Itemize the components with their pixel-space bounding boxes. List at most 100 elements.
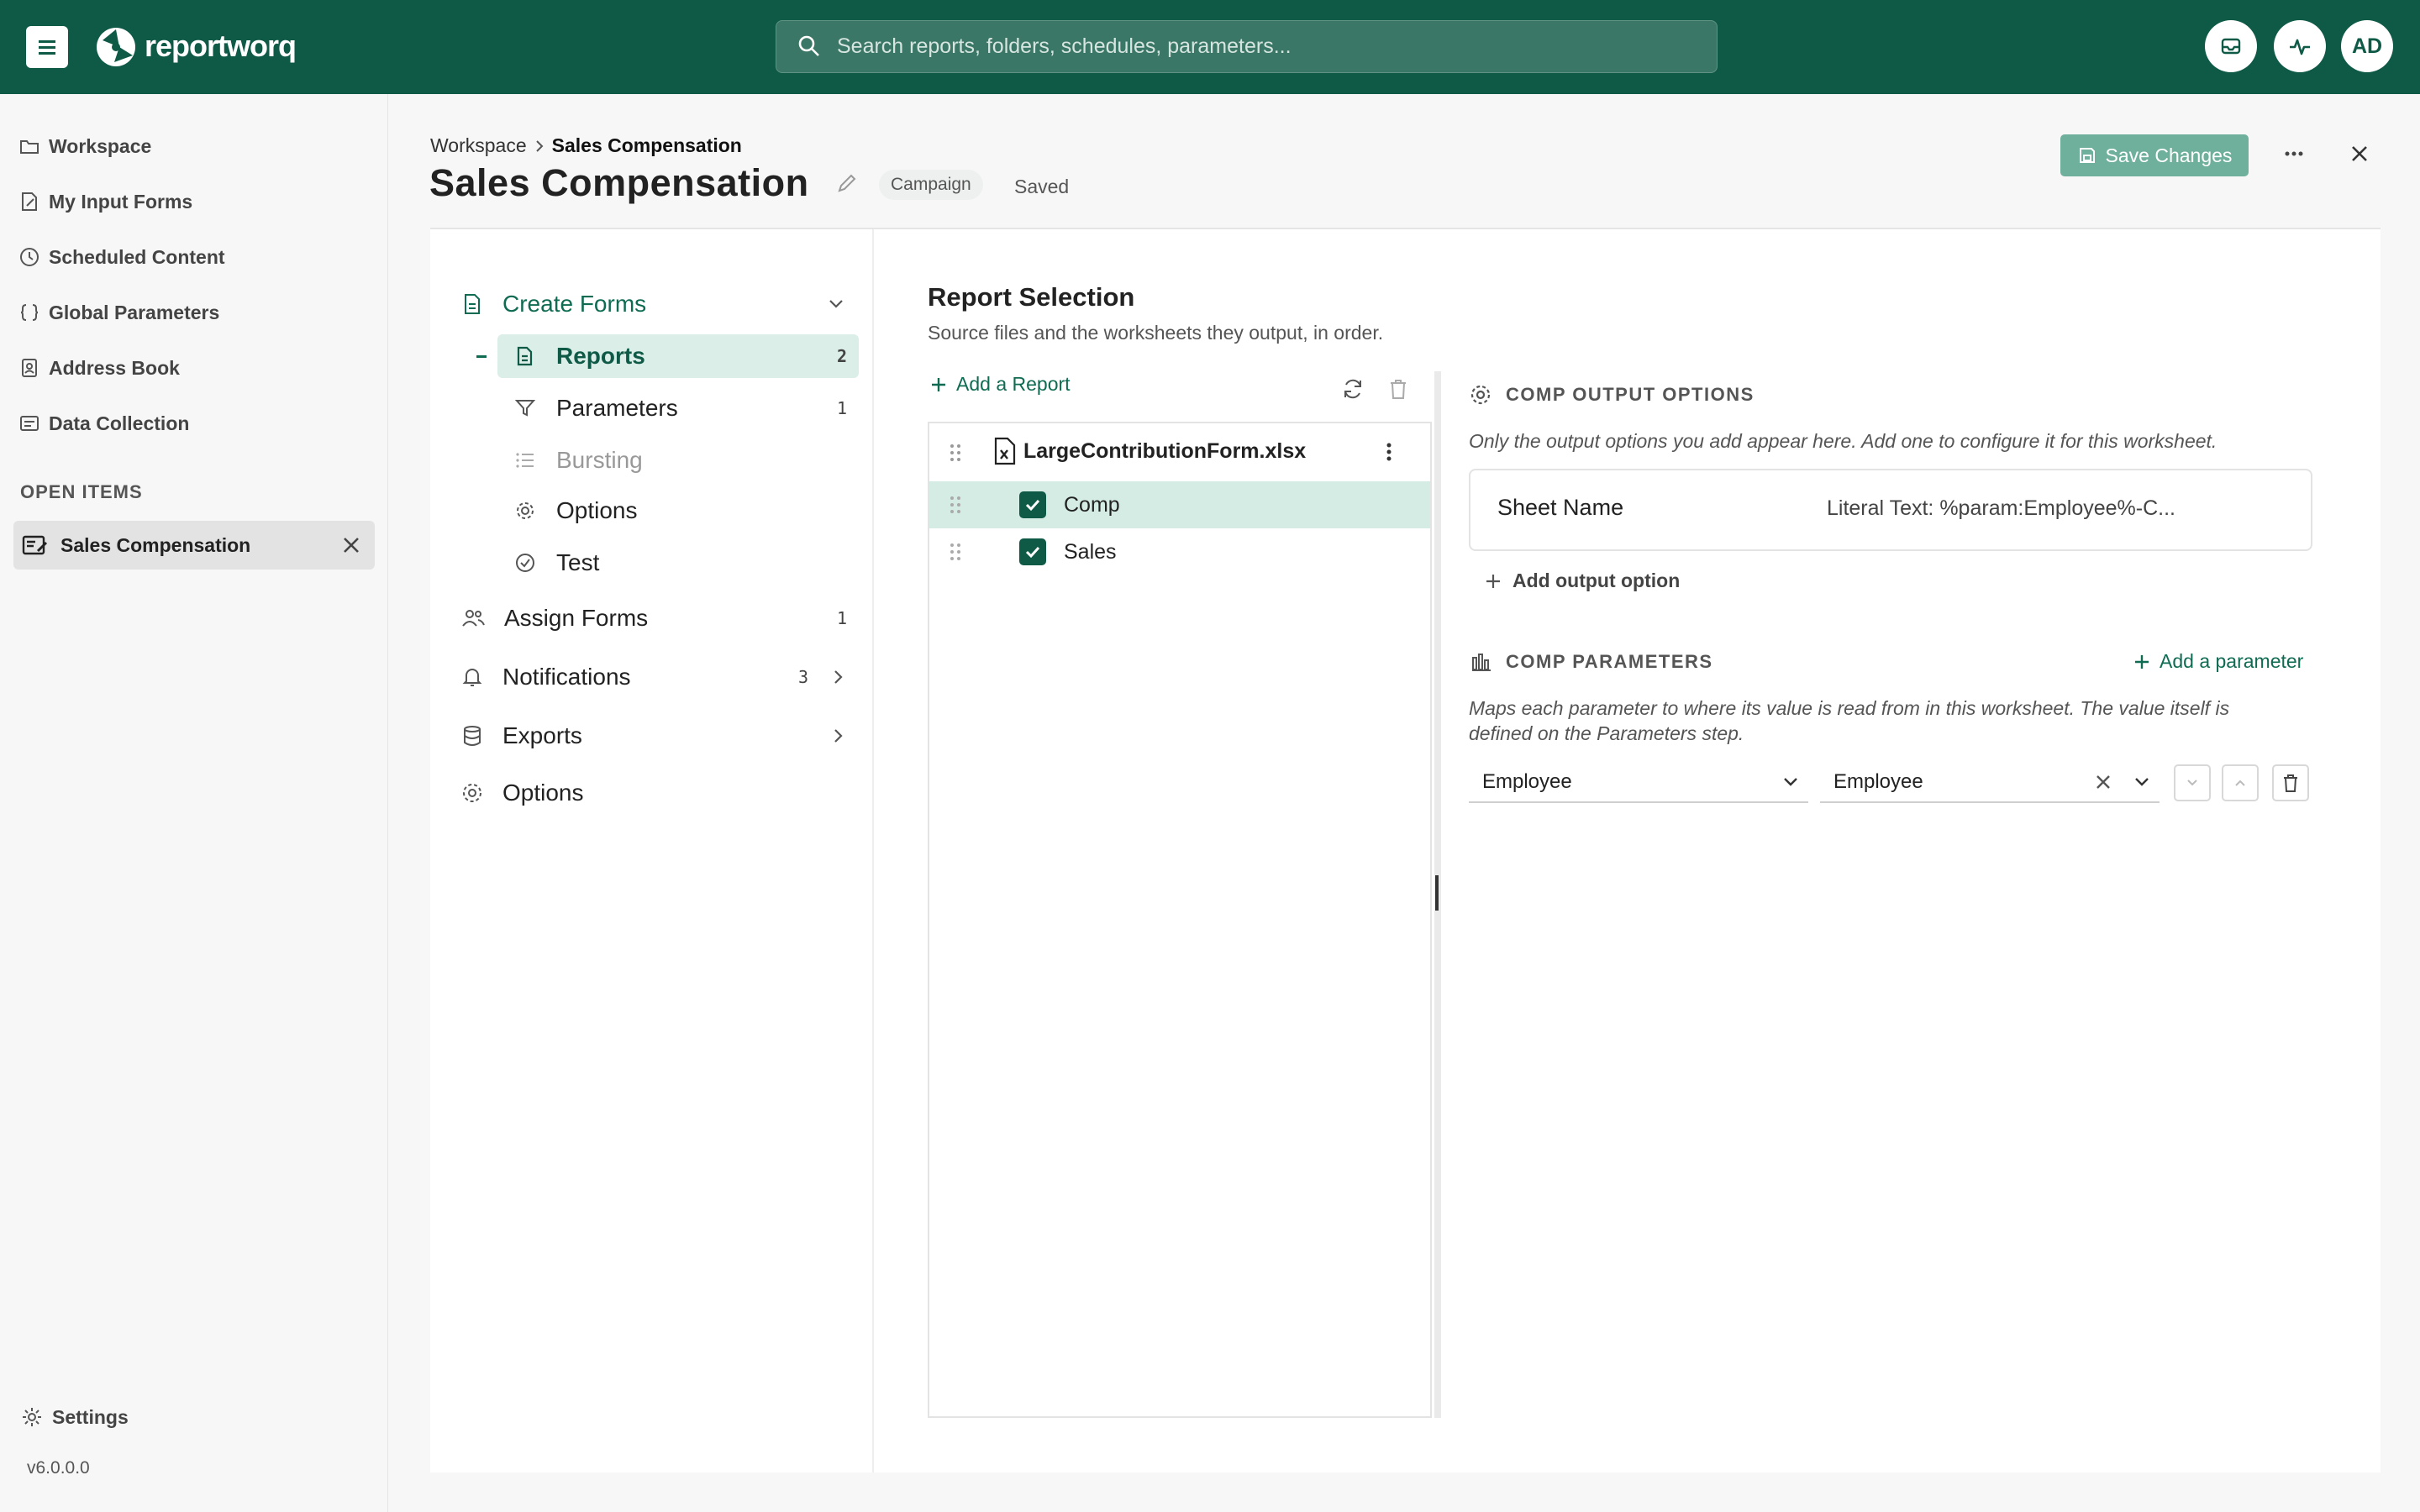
sheet-label[interactable]: Comp	[1064, 491, 1120, 518]
trash-icon	[2284, 774, 2297, 792]
avatar[interactable]: AD	[2341, 20, 2393, 72]
drag-handle-icon[interactable]	[946, 492, 966, 517]
search-placeholder: Search reports, folders, schedules, para…	[837, 34, 1292, 58]
step-bursting[interactable]: Bursting	[514, 440, 847, 480]
add-report-button[interactable]: Add a Report	[928, 373, 1071, 396]
check-circle-icon	[516, 554, 534, 572]
edit-doc-icon	[22, 192, 37, 211]
step-parameters[interactable]: Parameters 1	[514, 388, 847, 428]
move-up-button[interactable]	[2222, 764, 2259, 801]
splitter-grip[interactable]	[1435, 875, 1439, 911]
breadcrumb-workspace[interactable]: Workspace	[430, 134, 527, 157]
output-option-name: Sheet Name	[1497, 495, 1624, 520]
open-items-label: OPEN ITEMS	[20, 481, 143, 502]
sidebar-item-label: Scheduled Content	[49, 245, 225, 268]
source-select[interactable]: Employee	[1820, 763, 2160, 803]
database-icon	[464, 726, 481, 746]
parameter-select[interactable]: Employee	[1469, 763, 1808, 803]
contact-book-icon	[22, 359, 37, 377]
step-label: Reports	[556, 343, 645, 369]
report-file-name[interactable]: LargeContributionForm.xlsx	[1023, 437, 1306, 465]
step-label: Options	[502, 780, 584, 806]
delete-parameter-button[interactable]	[2272, 764, 2309, 801]
step-assign-forms[interactable]: Assign Forms 1	[460, 598, 847, 638]
bell-icon	[462, 669, 482, 686]
chevron-up-icon	[2235, 780, 2245, 786]
comp-parameters-hint-line1: Maps each parameter to where its value i…	[1469, 697, 2230, 719]
clock-icon	[20, 248, 39, 266]
file-menu-button[interactable]	[1378, 438, 1400, 465]
sidebar-item-data-collection[interactable]: Data Collection	[18, 407, 189, 440]
step-notifications[interactable]: Notifications 3	[460, 657, 847, 697]
save-button[interactable]: Save Changes	[2060, 134, 2249, 176]
pencil-icon[interactable]	[835, 171, 859, 195]
clear-icon[interactable]	[2092, 771, 2114, 793]
campaign-badge: Campaign	[879, 170, 983, 200]
sheet-checkbox[interactable]	[1019, 538, 1046, 565]
delete-report-button[interactable]	[1386, 376, 1410, 402]
logo-icon	[94, 25, 141, 69]
report-tree	[928, 422, 1432, 1418]
plus-icon	[932, 377, 945, 391]
step-exports[interactable]: Exports	[460, 716, 847, 756]
add-output-option-label: Add output option	[1512, 570, 1681, 591]
activity-icon	[2290, 39, 2310, 55]
close-icon	[2352, 146, 2367, 161]
folder-icon	[20, 140, 39, 154]
step-options[interactable]: Options	[460, 773, 847, 813]
drag-handle-icon[interactable]	[946, 539, 966, 564]
trash-icon	[1391, 380, 1406, 399]
settings-link[interactable]: Settings	[20, 1405, 129, 1429]
save-label: Save Changes	[2105, 144, 2233, 166]
logo-text: reportworq	[145, 29, 297, 63]
more-options-button[interactable]	[2281, 141, 2307, 166]
sheet-label[interactable]: Sales	[1064, 538, 1117, 565]
step-count: 1	[836, 608, 847, 628]
bar-chart-icon	[1472, 654, 1491, 671]
chevron-down-icon	[829, 300, 843, 308]
step-label: Options	[556, 497, 638, 523]
sidebar-item-label: Global Parameters	[49, 301, 220, 323]
list-icon	[516, 453, 534, 468]
step-count: 2	[836, 346, 847, 366]
inbox-button[interactable]	[2205, 20, 2257, 72]
more-icon	[2285, 151, 2303, 156]
step-options-sub[interactable]: Options	[514, 491, 847, 531]
add-report-label: Add a Report	[956, 373, 1071, 395]
version-label: v6.0.0.0	[27, 1458, 90, 1478]
checkmark-icon	[1025, 499, 1040, 512]
gear-icon	[463, 784, 481, 802]
close-icon[interactable]	[340, 534, 362, 556]
step-create-forms[interactable]: Create Forms	[460, 284, 847, 324]
drag-handle-icon[interactable]	[946, 440, 966, 465]
gear-icon	[1470, 385, 1491, 405]
open-item-label: Sales Compensation	[60, 534, 251, 556]
sidebar-item-workspace[interactable]: Workspace	[18, 129, 151, 163]
move-down-button[interactable]	[2174, 764, 2211, 801]
sidebar-item-my-input-forms[interactable]: My Input Forms	[18, 185, 192, 218]
refresh-icon	[1344, 379, 1361, 399]
step-test[interactable]: Test	[514, 543, 847, 583]
menu-button[interactable]	[26, 26, 68, 68]
add-parameter-button[interactable]: Add a parameter	[2131, 650, 2303, 673]
sheet-checkbox[interactable]	[1019, 491, 1046, 518]
parameter-select-value: Employee	[1482, 770, 1572, 793]
active-step-marker	[476, 355, 487, 358]
add-output-option-button[interactable]: Add output option	[1482, 570, 1680, 592]
filter-icon	[514, 400, 536, 417]
plus-icon	[2135, 654, 2149, 669]
step-nav-divider	[872, 229, 874, 1473]
kebab-icon	[1386, 443, 1392, 461]
sidebar-item-scheduled-content[interactable]: Scheduled Content	[18, 240, 225, 274]
activity-button[interactable]	[2274, 20, 2326, 72]
sidebar-item-address-book[interactable]: Address Book	[18, 351, 180, 385]
breadcrumb-current: Sales Compensation	[551, 134, 742, 156]
close-editor-button[interactable]	[2348, 142, 2371, 165]
refresh-button[interactable]	[1340, 376, 1365, 402]
comp-parameters-hint-line2: defined on the Parameters step.	[1469, 722, 1744, 744]
chevron-down-icon	[2187, 780, 2197, 786]
settings-label: Settings	[52, 1405, 129, 1428]
step-reports[interactable]: Reports 2	[514, 336, 847, 376]
sidebar-item-global-parameters[interactable]: Global Parameters	[18, 296, 219, 329]
chevron-down-icon	[1784, 778, 1797, 786]
